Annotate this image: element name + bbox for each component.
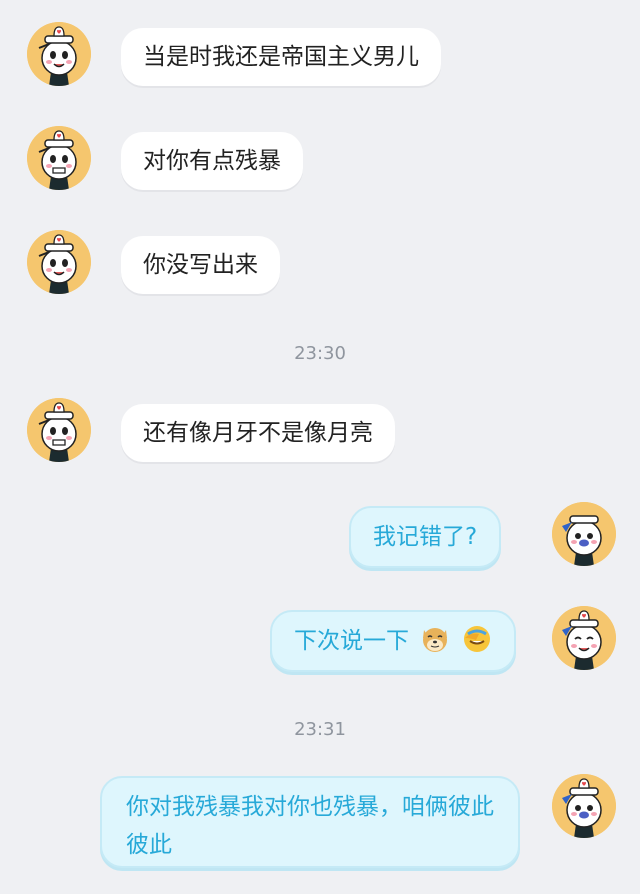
cartoon-avatar-icon bbox=[27, 126, 91, 190]
message-text: 你没写出来 bbox=[143, 252, 258, 278]
message-bubble[interactable]: 对你有点残暴 bbox=[121, 132, 303, 190]
message-bubble[interactable]: 当是时我还是帝国主义男儿 bbox=[121, 28, 441, 86]
my-avatar[interactable] bbox=[552, 606, 616, 670]
cartoon-avatar-icon bbox=[552, 606, 616, 670]
contact-avatar[interactable] bbox=[27, 126, 91, 190]
my-avatar[interactable] bbox=[552, 502, 616, 566]
cartoon-avatar-icon bbox=[552, 502, 616, 566]
contact-avatar[interactable] bbox=[27, 398, 91, 462]
message-text: 当是时我还是帝国主义男儿 bbox=[143, 44, 419, 70]
message-bubble[interactable]: 你对我残暴我对你也残暴，咱俩彼此彼此 bbox=[100, 776, 520, 868]
my-avatar[interactable] bbox=[552, 774, 616, 838]
message-text: 你对我残暴我对你也残暴，咱俩彼此彼此 bbox=[126, 794, 494, 858]
message-text: 我记错了? bbox=[373, 524, 478, 550]
facepalm-laugh-emoji-icon bbox=[462, 624, 492, 654]
cartoon-avatar-icon bbox=[27, 22, 91, 86]
message-text: 下次说一下 bbox=[294, 628, 409, 654]
contact-avatar[interactable] bbox=[27, 230, 91, 294]
cartoon-avatar-icon bbox=[27, 230, 91, 294]
message-bubble[interactable]: 我记错了? bbox=[349, 506, 502, 568]
timestamp: 23:31 bbox=[294, 719, 346, 740]
message-bubble[interactable]: 你没写出来 bbox=[121, 236, 280, 294]
message-bubble[interactable]: 下次说一下 bbox=[270, 610, 516, 672]
message-bubble[interactable]: 还有像月牙不是像月亮 bbox=[121, 404, 395, 462]
message-text: 对你有点残暴 bbox=[143, 148, 281, 174]
contact-avatar[interactable] bbox=[27, 22, 91, 86]
doge-emoji-icon bbox=[420, 624, 450, 654]
message-text: 还有像月牙不是像月亮 bbox=[143, 420, 373, 446]
cartoon-avatar-icon bbox=[27, 398, 91, 462]
timestamp: 23:30 bbox=[294, 343, 346, 364]
cartoon-avatar-icon bbox=[552, 774, 616, 838]
